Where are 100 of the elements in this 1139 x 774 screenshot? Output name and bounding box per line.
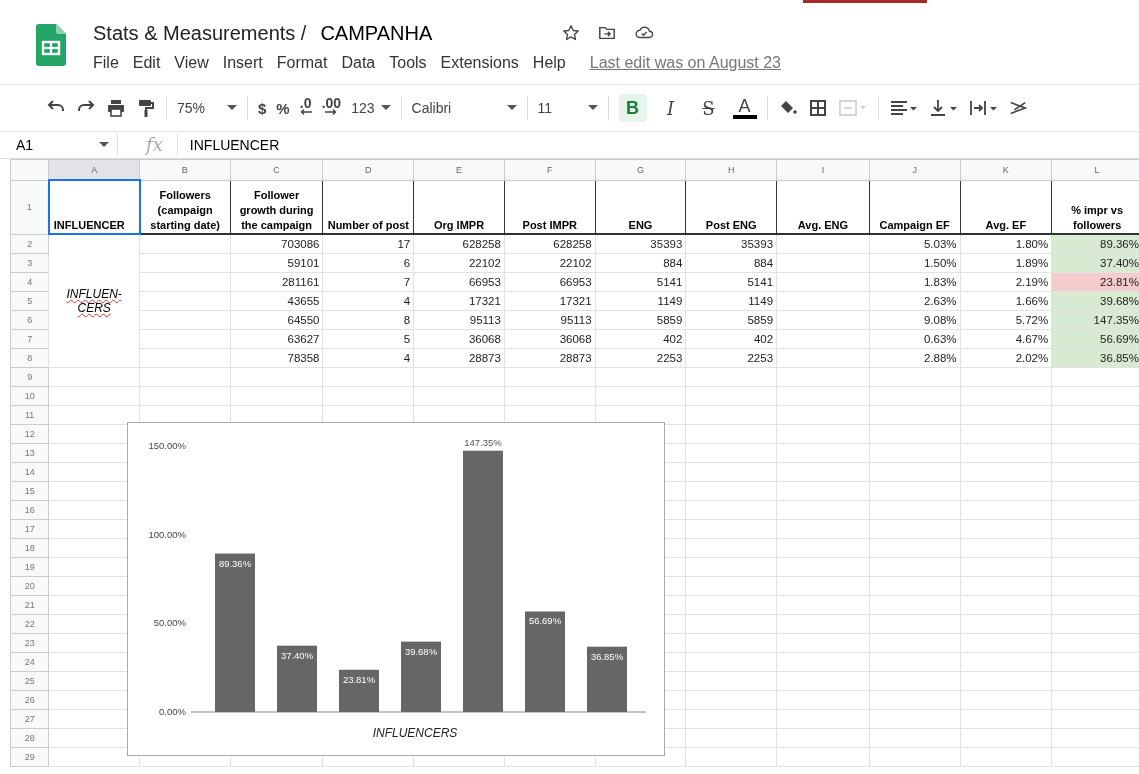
table-cell: 95113 bbox=[413, 310, 505, 330]
menu-item[interactable]: Data bbox=[341, 54, 376, 72]
x-axis-title: INFLUENCERS bbox=[372, 726, 458, 740]
header-cell: INFLUENCER bbox=[48, 180, 140, 234]
text-wrap-icon[interactable] bbox=[968, 98, 999, 118]
column-header[interactable]: B bbox=[139, 159, 231, 180]
last-edit-link[interactable]: Last edit was on August 23 bbox=[589, 54, 781, 72]
table-cell: 7 bbox=[322, 272, 414, 292]
row-header[interactable]: 5 bbox=[10, 291, 49, 311]
row-header[interactable]: 14 bbox=[10, 462, 49, 482]
zoom-dropdown[interactable]: 75% bbox=[177, 100, 237, 116]
decrease-decimals-button[interactable]: .0 bbox=[299, 95, 312, 121]
menu-item[interactable]: Help bbox=[532, 54, 566, 72]
print-icon[interactable] bbox=[106, 98, 126, 118]
vertical-align-icon[interactable] bbox=[928, 98, 959, 118]
row-header[interactable]: 13 bbox=[10, 443, 49, 463]
row-header[interactable]: 20 bbox=[10, 576, 49, 596]
cell-reference-field[interactable]: A1 bbox=[0, 134, 118, 156]
table-cell: 1149 bbox=[595, 291, 686, 311]
font-dropdown[interactable]: Calibri bbox=[411, 100, 517, 116]
chart-card[interactable]: 0.00% 50.00% 100.00% 150.00% 89.36% 37.40% 23.81% 39.68% 147.35% 56.69% 36.85% INFLUENCERS bbox=[127, 422, 665, 756]
row-header[interactable]: 6 bbox=[10, 310, 49, 330]
row-header[interactable]: 4 bbox=[10, 272, 49, 292]
table-cell: 1.50% bbox=[869, 253, 960, 273]
column-header[interactable]: E bbox=[413, 159, 505, 180]
align-left-icon[interactable] bbox=[888, 98, 919, 118]
table-cell: 36068 bbox=[413, 329, 505, 349]
currency-button[interactable]: $ bbox=[258, 99, 267, 117]
caret-icon bbox=[587, 105, 598, 111]
row-header[interactable]: 23 bbox=[10, 633, 49, 653]
row-header[interactable]: 15 bbox=[10, 481, 49, 501]
percent-button[interactable]: % bbox=[276, 99, 290, 117]
paint-format-icon[interactable] bbox=[136, 98, 156, 118]
row-header[interactable]: 9 bbox=[10, 367, 49, 387]
data-label: 36.85% bbox=[590, 650, 624, 662]
column-header[interactable]: L bbox=[1051, 159, 1139, 180]
header-cell: Avg. ENG bbox=[776, 180, 870, 234]
row-header[interactable]: 2 bbox=[10, 234, 49, 254]
row-header[interactable]: 25 bbox=[10, 671, 49, 691]
column-header[interactable]: G bbox=[595, 159, 686, 180]
menu-item[interactable]: Edit bbox=[132, 54, 161, 72]
font-size-dropdown[interactable]: 11 bbox=[537, 100, 598, 116]
row-header[interactable]: 21 bbox=[10, 595, 49, 615]
formula-field[interactable]: INFLUENCER bbox=[177, 137, 280, 153]
increase-decimals-button[interactable]: .00 bbox=[321, 95, 342, 121]
column-header[interactable]: I bbox=[776, 159, 870, 180]
header-cell: Avg. EF bbox=[960, 180, 1052, 234]
table-cell: 0.63% bbox=[869, 329, 960, 349]
column-header[interactable]: C bbox=[230, 159, 323, 180]
merge-cells-icon bbox=[837, 98, 868, 118]
row-header[interactable]: 8 bbox=[10, 348, 49, 368]
table-cell: 2.02% bbox=[960, 348, 1052, 368]
row-header[interactable]: 3 bbox=[10, 253, 49, 273]
bar bbox=[587, 646, 627, 712]
menu-item[interactable]: Tools bbox=[389, 54, 427, 72]
row-header[interactable]: 7 bbox=[10, 329, 49, 349]
data-label: 37.40% bbox=[280, 649, 314, 661]
row-header[interactable]: 24 bbox=[10, 652, 49, 672]
strike-button[interactable]: S bbox=[694, 94, 723, 122]
row-header[interactable]: 27 bbox=[10, 709, 49, 729]
star-icon[interactable] bbox=[562, 24, 581, 42]
column-header[interactable]: F bbox=[504, 159, 596, 180]
document-title[interactable]: Stats & Measurements / bbox=[93, 21, 307, 45]
number-format-dropdown[interactable]: 123 bbox=[351, 100, 391, 116]
column-header[interactable]: H bbox=[685, 159, 777, 180]
bar bbox=[401, 641, 441, 712]
menu-item[interactable]: Format bbox=[276, 54, 328, 72]
row-header[interactable]: 18 bbox=[10, 538, 49, 558]
sheet-name: CAMPANHA bbox=[320, 21, 433, 45]
column-header[interactable]: D bbox=[322, 159, 414, 180]
row-header[interactable]: 1 bbox=[10, 180, 49, 234]
table-cell: 5141 bbox=[685, 272, 777, 292]
borders-icon[interactable] bbox=[807, 98, 828, 118]
row-header[interactable]: 28 bbox=[10, 728, 49, 748]
menu-item[interactable]: File bbox=[93, 54, 119, 72]
row-header[interactable]: 10 bbox=[10, 386, 49, 406]
sheets-logo-icon[interactable] bbox=[36, 24, 66, 66]
row-header[interactable]: 22 bbox=[10, 614, 49, 634]
italic-button[interactable]: I bbox=[656, 94, 685, 122]
table-cell: 4.67% bbox=[960, 329, 1052, 349]
table-cell: 1149 bbox=[685, 291, 777, 311]
move-folder-icon[interactable] bbox=[598, 24, 617, 42]
row-header[interactable]: 19 bbox=[10, 557, 49, 577]
row-header[interactable]: 26 bbox=[10, 690, 49, 710]
table-cell: 2253 bbox=[595, 348, 686, 368]
color-button[interactable]: A bbox=[732, 97, 757, 119]
row-header[interactable]: 29 bbox=[10, 747, 49, 767]
column-header[interactable]: J bbox=[869, 159, 960, 180]
row-header[interactable]: 17 bbox=[10, 519, 49, 539]
row-header[interactable]: 16 bbox=[10, 500, 49, 520]
table-cell: 17 bbox=[322, 234, 414, 254]
column-header[interactable]: K bbox=[960, 159, 1052, 180]
caret-icon bbox=[506, 105, 517, 111]
row-header[interactable]: 12 bbox=[10, 424, 49, 444]
menu-item[interactable]: View bbox=[174, 54, 209, 72]
menu-item[interactable]: Insert bbox=[222, 54, 263, 72]
menu-item[interactable]: Extensions bbox=[440, 54, 519, 72]
bold-button[interactable]: B bbox=[618, 94, 647, 122]
table-cell: 1.89% bbox=[960, 253, 1052, 273]
row-header[interactable]: 11 bbox=[10, 405, 49, 425]
